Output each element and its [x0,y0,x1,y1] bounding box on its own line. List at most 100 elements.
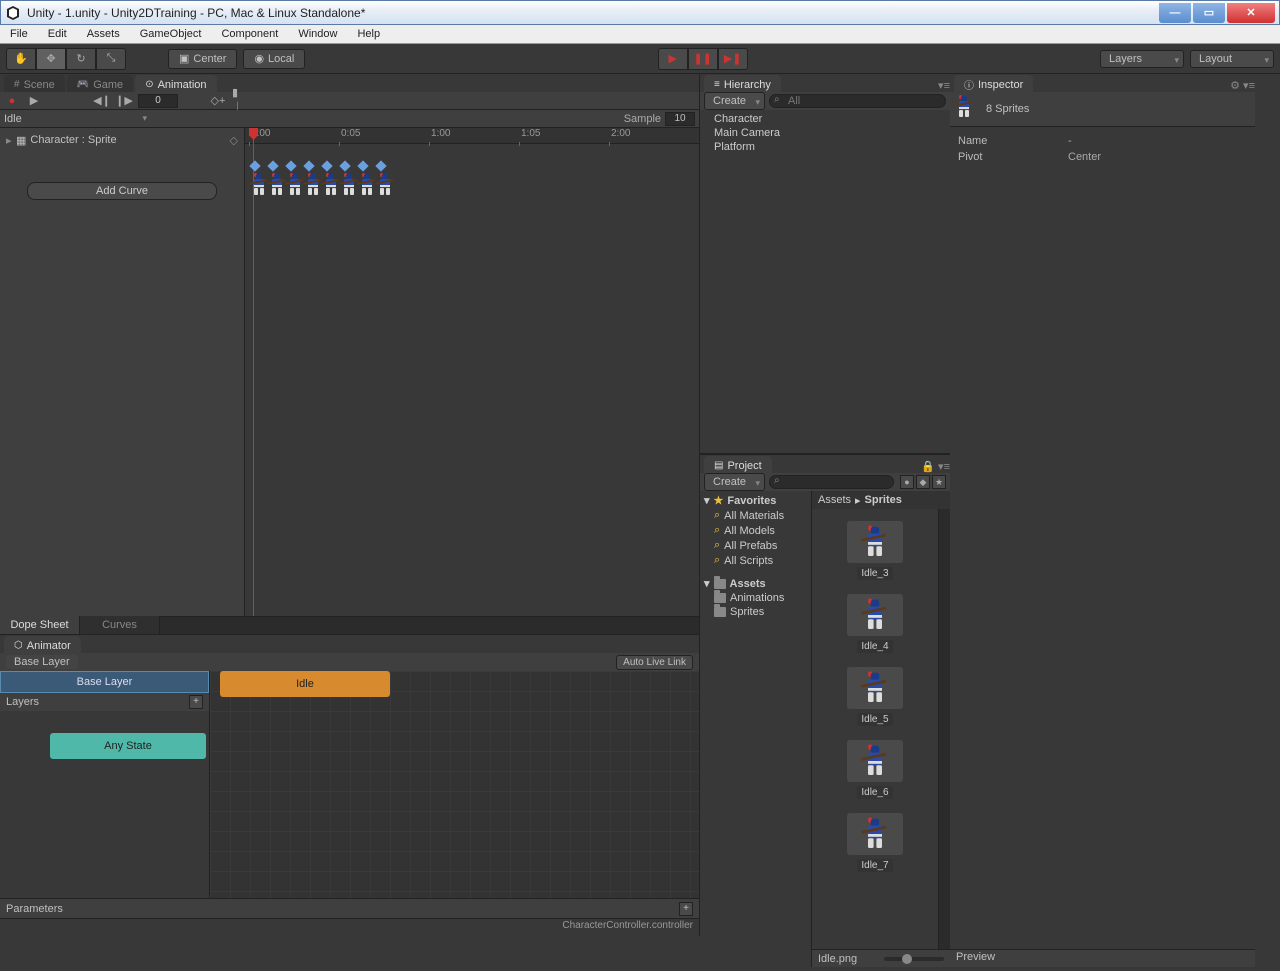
asset-item[interactable]: Idle_5 [840,667,910,726]
asset-folder-item[interactable]: Sprites [700,605,811,619]
favorite-item[interactable]: ⌕All Scripts [700,553,811,568]
scale-tool-button[interactable]: ⤡ [96,48,126,70]
hierarchy-create-dropdown[interactable]: Create [704,92,765,110]
keyframe[interactable] [303,160,314,171]
breadcrumb[interactable]: Base Layer [6,655,78,669]
menu-assets[interactable]: Assets [77,26,130,42]
tab-hierarchy[interactable]: ≡Hierarchy [704,75,781,92]
tab-inspector[interactable]: ⓘInspector [954,75,1033,92]
anim-play-button[interactable]: ▶ [26,94,42,108]
project-vscrollbar[interactable] [938,509,950,949]
tab-game[interactable]: 🎮Game [67,75,133,92]
step-button[interactable]: ▶❚ [718,48,748,70]
favorite-item[interactable]: ⌕All Models [700,523,811,538]
hierarchy-search-input[interactable]: All [769,94,946,108]
add-layer-button[interactable]: + [189,695,203,709]
add-curve-button[interactable]: Add Curve [27,182,217,200]
menu-help[interactable]: Help [347,26,390,42]
assets-group[interactable]: ▾Assets [700,576,811,591]
prev-keyframe-button[interactable]: ◀❙ [94,94,110,108]
asset-item[interactable]: Idle_3 [840,521,910,580]
keyframe[interactable] [267,160,278,171]
menu-component[interactable]: Component [211,26,288,42]
search-by-type-icon[interactable]: ● [900,475,914,489]
animation-property-item[interactable]: ▸ ▦ Character : Sprite ◇ [0,128,244,152]
layers-dropdown[interactable]: Layers [1100,50,1184,68]
clip-dropdown[interactable]: Idle [4,113,149,125]
breadcrumb-item[interactable]: Assets [818,494,851,506]
inspector-preview-header[interactable]: Preview [950,949,1255,967]
tab-scene[interactable]: #Scene [4,75,65,92]
local-icon: ◉ [254,52,264,65]
state-node-idle[interactable]: Idle [220,671,390,697]
window-minimize-button[interactable]: — [1159,3,1191,23]
keyframe[interactable] [375,160,386,171]
dopesheet-tab[interactable]: Dope Sheet [0,616,80,634]
rotate-tool-button[interactable]: ↻ [66,48,96,70]
favorite-item[interactable]: ⌕All Materials [700,508,811,523]
sprite-thumb-icon [251,174,267,196]
pivot-center-toggle[interactable]: ▣Center [168,49,237,69]
add-keyframe-button[interactable]: ◇+ [210,94,226,108]
pause-button[interactable]: ❚❚ [688,48,718,70]
tab-animator[interactable]: ⬡Animator [4,636,81,653]
curves-tab[interactable]: Curves [80,616,160,634]
record-button[interactable]: ● [4,94,20,108]
panel-menu-icon[interactable]: ▾≡ [938,79,950,92]
timeline-hscrollbar[interactable] [160,616,699,634]
time-ruler[interactable]: 0:00 0:05 1:00 1:05 2:00 [245,128,699,144]
asset-item[interactable]: Idle_6 [840,740,910,799]
favorite-item[interactable]: ⌕All Prefabs [700,538,811,553]
menu-file[interactable]: File [0,26,38,42]
animator-status: CharacterController.controller [0,918,699,936]
hierarchy-item[interactable]: Platform [700,140,950,154]
play-button[interactable]: ▶ [658,48,688,70]
menu-edit[interactable]: Edit [38,26,77,42]
add-event-button[interactable]: ▮｜ [232,94,248,108]
auto-live-link-toggle[interactable]: Auto Live Link [616,655,693,670]
animator-graph[interactable]: Idle Any State [210,671,699,898]
menu-window[interactable]: Window [288,26,347,42]
panel-lock-icon[interactable]: 🔒 ▾≡ [921,460,950,473]
folder-icon [714,579,726,589]
keyframe[interactable] [285,160,296,171]
asset-folder-item[interactable]: Animations [700,591,811,605]
property-diamond-icon[interactable]: ◇ [230,134,238,147]
window-close-button[interactable]: ✕ [1227,3,1275,23]
window-maximize-button[interactable]: ▭ [1193,3,1225,23]
state-node-anystate[interactable]: Any State [50,733,206,759]
search-icon: ⌕ [714,539,720,552]
project-tree: ▾★Favorites ⌕All Materials ⌕All Models ⌕… [700,491,812,967]
field-value: Center [1068,151,1101,163]
tab-project[interactable]: ▤Project [704,456,772,473]
playhead[interactable] [253,128,254,616]
save-search-icon[interactable]: ★ [932,475,946,489]
keyframe[interactable] [357,160,368,171]
project-search-input[interactable] [769,475,894,489]
project-create-dropdown[interactable]: Create [704,473,765,491]
search-by-label-icon[interactable]: ◆ [916,475,930,489]
animation-timeline[interactable]: 0:00 0:05 1:00 1:05 2:00 [245,128,699,616]
breadcrumb-item[interactable]: Sprites [865,494,902,506]
keyframe[interactable] [321,160,332,171]
layout-dropdown[interactable]: Layout [1190,50,1274,68]
space-local-toggle[interactable]: ◉Local [243,49,305,69]
move-tool-button[interactable]: ✥ [36,48,66,70]
keyframe[interactable] [339,160,350,171]
tab-animation[interactable]: ⊙Animation [135,75,216,92]
sample-field[interactable]: 10 [665,112,695,126]
keyframe[interactable] [249,160,260,171]
hierarchy-item[interactable]: Character [700,112,950,126]
menu-gameobject[interactable]: GameObject [130,26,212,42]
thumbnail-size-slider[interactable] [884,957,944,961]
frame-field[interactable]: 0 [138,94,178,108]
asset-item[interactable]: Idle_7 [840,813,910,872]
add-parameter-button[interactable]: + [679,902,693,916]
inspector-gear-icon[interactable]: ⚙ ▾≡ [1230,79,1255,92]
next-keyframe-button[interactable]: ❙▶ [116,94,132,108]
hand-tool-button[interactable]: ✋ [6,48,36,70]
hierarchy-item[interactable]: Main Camera [700,126,950,140]
asset-item[interactable]: Idle_4 [840,594,910,653]
favorites-group[interactable]: ▾★Favorites [700,493,811,508]
animator-layer-item[interactable]: Base Layer [0,671,209,693]
